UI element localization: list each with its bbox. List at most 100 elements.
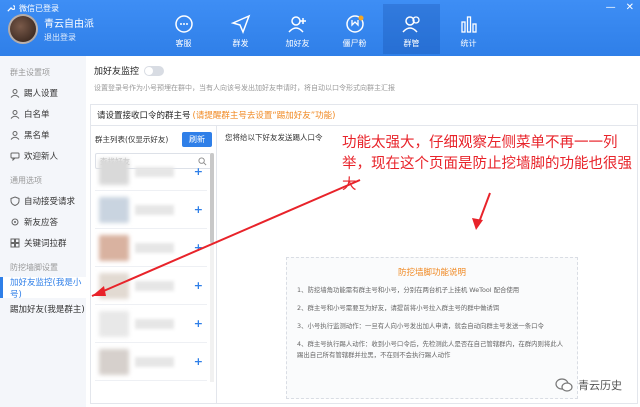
watermark: 青云历史 xyxy=(555,377,622,393)
annotation-note: 功能太强大，仔细观察左侧菜单不再一一列举，现在这个页面是防止挖墙脚的功能也很强大 xyxy=(342,135,632,193)
add-icon[interactable]: + xyxy=(194,279,203,292)
shield-icon xyxy=(10,195,20,206)
sidebar-item-label: 关键词拉群 xyxy=(24,238,67,249)
sidebar-group-anti-poach: 防挖墙脚设置 xyxy=(10,263,58,272)
list-scrollbar[interactable] xyxy=(210,153,214,382)
tab-kefu[interactable]: 客服 xyxy=(155,4,212,54)
add-icon[interactable]: + xyxy=(194,355,203,368)
sidebar-item-label: 欢迎新人 xyxy=(24,151,59,162)
help-box: 防挖墙脚功能说明 1、防挖墙角功能需有群主号和小号，分别在两台机子上挂机 WeT… xyxy=(286,257,578,399)
window-controls: — ✕ xyxy=(606,2,634,13)
add-icon[interactable]: + xyxy=(194,203,203,216)
help-title: 防挖墙脚功能说明 xyxy=(397,268,466,278)
chat-icon xyxy=(10,152,20,161)
help-item: 2、群主号和小号需要互为好友，请提前将小号拉入群主号的群中做诱饵 xyxy=(297,304,500,312)
tab-stats[interactable]: 统计 xyxy=(440,4,497,54)
avatar xyxy=(99,234,129,261)
logout-link[interactable]: 退出登录 xyxy=(44,32,94,43)
wrench-icon xyxy=(7,5,15,12)
friend-name-blurred xyxy=(135,318,174,329)
sidebar-item-kick-add-friend[interactable]: 踢加好友(我是群主) xyxy=(0,298,86,319)
scroll-thumb[interactable] xyxy=(210,153,214,243)
tab-label: 群发 xyxy=(232,39,249,48)
bar-stats-icon xyxy=(460,16,477,33)
panel-header: 请设置接收口令的群主号 (请提醒群主号去设置“踢加好友”功能) xyxy=(91,105,637,126)
panel-title: 请设置接收口令的群主号 xyxy=(97,111,191,121)
tab-qunfa[interactable]: 群发 xyxy=(212,4,269,54)
avatar xyxy=(99,272,129,299)
sidebar-item-whitelist[interactable]: 白名单 xyxy=(0,103,86,124)
sidebar-item-label: 黑名单 xyxy=(24,130,50,141)
sidebar-item-new-friend-reply[interactable]: 新友应答 xyxy=(0,211,86,232)
close-icon[interactable]: ✕ xyxy=(626,2,634,13)
sidebar-group-general: 通用选项 xyxy=(10,176,42,185)
list-item[interactable]: + xyxy=(95,267,207,305)
tab-label: 统计 xyxy=(460,39,477,48)
tab-label: 加好友 xyxy=(285,39,310,48)
profile: 青云自由派 退出登录 xyxy=(8,14,94,44)
sidebar-item-label: 自动接受请求 xyxy=(24,196,76,207)
sidebar-item-auto-accept[interactable]: 自动接受请求 xyxy=(0,190,86,211)
user-icon xyxy=(10,88,20,98)
avatar xyxy=(99,348,129,375)
friend-name-blurred xyxy=(135,204,174,215)
chat-bubble-icon xyxy=(174,15,193,33)
sidebar-item-label: 白名单 xyxy=(24,109,50,120)
grid-icon xyxy=(10,238,20,247)
sidebar-item-blacklist[interactable]: 黑名单 xyxy=(0,124,86,145)
sidebar-item-keyword-group[interactable]: 关键词拉群 xyxy=(0,232,86,253)
window-status-text: 微信已登录 xyxy=(19,4,59,13)
monitor-switch-row: 加好友监控 xyxy=(94,64,165,77)
main-content: 加好友监控 设置登录号作为小号预埋在群中，当有人向该号发出加好友申请时，将自动以… xyxy=(86,56,640,407)
friend-name-blurred xyxy=(135,166,174,177)
tab-add-friend[interactable]: 加好友 xyxy=(269,4,326,54)
profile-name: 青云自由派 xyxy=(44,19,94,30)
wechat-icon xyxy=(555,378,573,392)
sidebar: 群主设置项 踢人设置 白名单 黑名单 欢迎新人 通用选项 自动接受请求 新友应答… xyxy=(0,56,86,407)
tab-label: 客服 xyxy=(175,39,192,48)
user-check-icon xyxy=(10,109,20,119)
avatar xyxy=(99,196,129,223)
avatar[interactable] xyxy=(8,14,38,44)
sidebar-item-kick[interactable]: 踢人设置 xyxy=(0,82,86,103)
list-item[interactable]: + xyxy=(95,305,207,343)
nav-tabs: 客服 群发 加好友 僵尸粉 群管 统计 xyxy=(155,4,497,54)
sidebar-item-add-friend-monitor[interactable]: 加好友监控(我是小号) xyxy=(0,277,86,300)
avatar xyxy=(99,310,129,337)
switch-label: 加好友监控 xyxy=(94,67,140,77)
avatar xyxy=(99,158,129,185)
list-item[interactable]: + xyxy=(95,153,207,191)
watermark-text: 青云历史 xyxy=(578,379,622,392)
sidebar-item-label: 加好友监控(我是小号) xyxy=(10,277,82,300)
window-status: 微信已登录 xyxy=(6,3,59,14)
list-item[interactable]: + xyxy=(95,191,207,229)
refresh-button[interactable]: 刷新 xyxy=(182,132,212,147)
tab-label: 群管 xyxy=(403,39,420,48)
help-item: 4、群主号执行踢人动作：收到小号口令后，先检测此人是否在自己管辖群内，在群内则将… xyxy=(297,340,564,359)
add-icon[interactable]: + xyxy=(194,165,203,178)
feature-description: 设置登录号作为小号预埋在群中，当有人向该号发出加好友申请时，将自动以口令形式向群… xyxy=(94,84,395,92)
panel-hint: (请提醒群主号去设置“踢加好友”功能) xyxy=(192,111,336,121)
tab-group-manage[interactable]: 群管 xyxy=(383,4,440,54)
list-header: 群主列表(仅显示好友) xyxy=(95,135,169,144)
list-item[interactable]: + xyxy=(95,229,207,267)
add-icon[interactable]: + xyxy=(194,317,203,330)
group-icon xyxy=(401,16,420,33)
paper-plane-icon xyxy=(230,14,250,34)
list-item[interactable]: + xyxy=(95,343,207,381)
sidebar-item-label: 踢加好友(我是群主) xyxy=(10,304,85,315)
tab-label: 僵尸粉 xyxy=(342,39,367,48)
friend-name-blurred xyxy=(135,356,174,367)
sidebar-item-label: 踢人设置 xyxy=(24,88,59,99)
tab-zombie-fans[interactable]: 僵尸粉 xyxy=(326,4,383,54)
gear-icon xyxy=(11,218,19,225)
add-icon[interactable]: + xyxy=(194,241,203,254)
add-user-icon xyxy=(287,16,306,33)
help-item: 1、防挖墙角功能需有群主号和小号，分别在两台机子上挂机 WeTool 配合使用 xyxy=(297,286,520,294)
help-item: 3、小号执行监测动作：一旦有人向小号发出加人申请，就会自动向群主号发送一条口令 xyxy=(297,322,544,330)
sidebar-item-welcome[interactable]: 欢迎新人 xyxy=(0,145,86,166)
monitor-toggle[interactable] xyxy=(144,65,165,76)
minimize-icon[interactable]: — xyxy=(606,2,616,13)
zombie-fan-icon xyxy=(345,15,364,33)
friend-name-blurred xyxy=(135,280,174,291)
